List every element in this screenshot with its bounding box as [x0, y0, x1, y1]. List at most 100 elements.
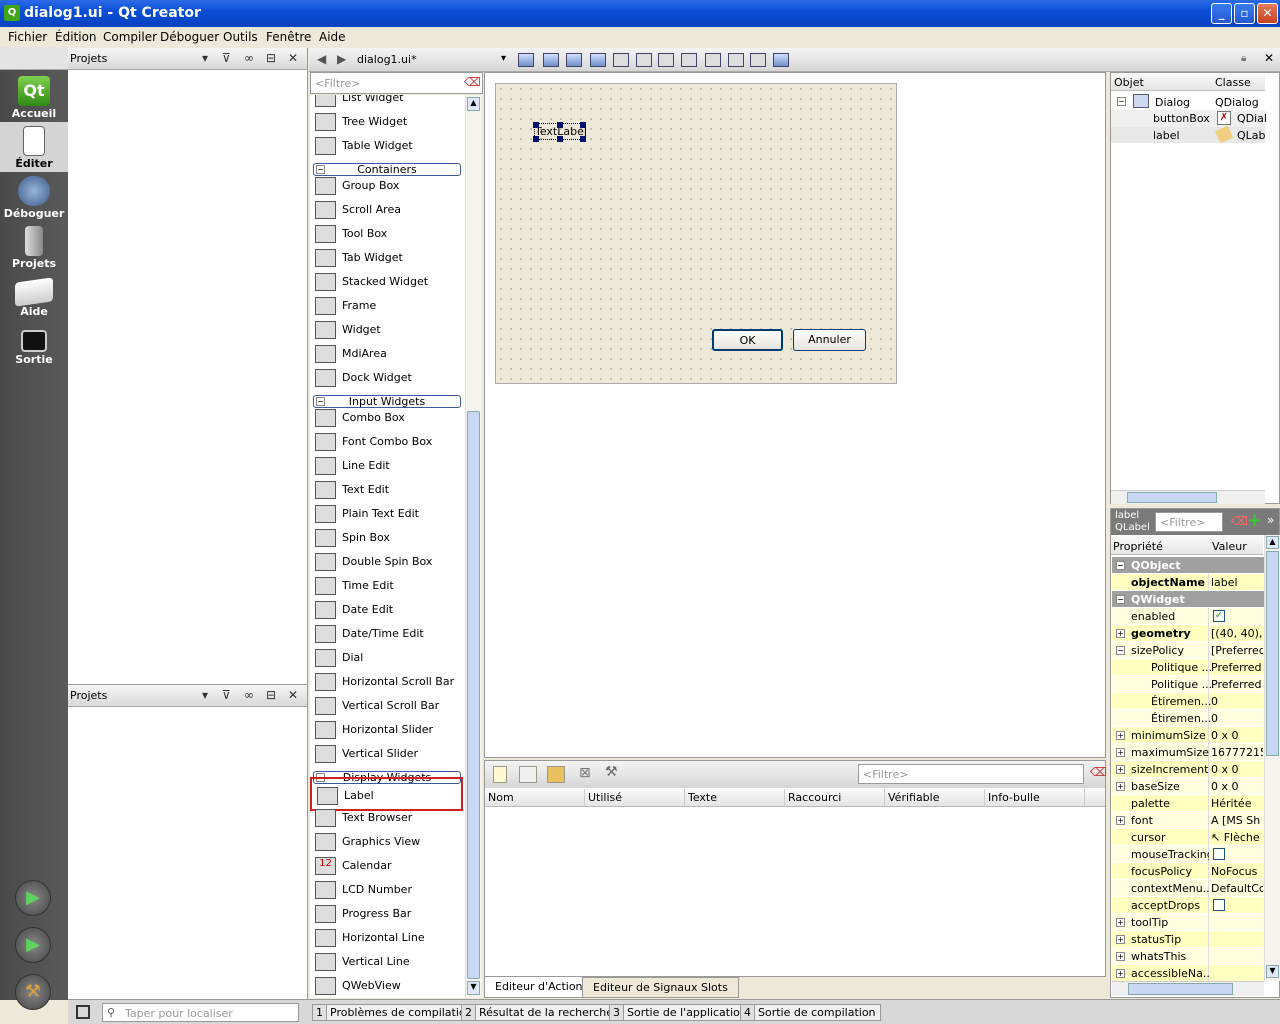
property-value[interactable]: [(40, 40), 4 — [1211, 627, 1263, 640]
property-row[interactable]: Politique ... Preferred — [1112, 676, 1264, 693]
dialog-form[interactable]: TextLabel OK Annuler — [495, 83, 897, 384]
col-nom[interactable]: Nom — [485, 789, 585, 807]
property-row[interactable]: Étiremen... 0 — [1112, 710, 1264, 727]
locator-input[interactable]: Taper pour localiser — [125, 1007, 233, 1020]
mode-aide[interactable]: Aide — [0, 272, 68, 322]
widget-item[interactable]: Scroll Area — [310, 198, 465, 222]
selection-handle[interactable] — [557, 136, 563, 142]
paste-action-icon[interactable] — [547, 766, 565, 783]
selection-handle[interactable] — [533, 122, 539, 128]
configure-icon[interactable]: ⚒ — [605, 764, 618, 780]
property-value[interactable]: Preferred — [1211, 678, 1263, 691]
ok-button[interactable]: OK — [712, 329, 783, 351]
output-tab-4[interactable]: 4 Sortie de compilation — [740, 1004, 881, 1021]
property-value[interactable]: 16777215 — [1211, 746, 1263, 759]
filter-icon[interactable]: ⊽ — [222, 51, 231, 65]
adjust-size-icon[interactable] — [773, 53, 789, 67]
annuler-button[interactable]: Annuler — [793, 329, 866, 351]
dropdown-arrow-icon[interactable]: ▾ — [202, 688, 208, 702]
expand-icon[interactable]: + — [1116, 765, 1125, 774]
property-row[interactable]: + maximumSize 16777215 — [1112, 744, 1264, 761]
widget-item[interactable]: Text Edit — [310, 478, 465, 502]
clear-filter-icon[interactable]: ⌫ — [1231, 514, 1248, 528]
property-row[interactable]: mouseTracking — [1112, 846, 1264, 863]
selection-handle[interactable] — [580, 122, 586, 128]
layout-splitter-v-icon[interactable] — [681, 53, 697, 67]
widget-item[interactable]: Graphics View — [310, 830, 465, 854]
layout-grid-icon[interactable] — [705, 53, 721, 67]
edit-tab-order-icon[interactable] — [590, 53, 606, 67]
mode-projets[interactable]: Projets — [0, 222, 68, 272]
menu-edition[interactable]: Édition — [55, 30, 97, 44]
widget-item[interactable]: List Widget — [310, 95, 465, 110]
copy-action-icon[interactable] — [519, 766, 537, 783]
layout-splitter-h-icon[interactable] — [658, 53, 674, 67]
expand-icon[interactable]: + — [1116, 731, 1125, 740]
collapse-icon[interactable]: − — [316, 165, 325, 174]
layout-horizontal-icon[interactable] — [613, 53, 629, 67]
property-row[interactable]: focusPolicy NoFocus — [1112, 863, 1264, 880]
close-panel-icon[interactable]: ✕ — [288, 51, 298, 65]
widget-item[interactable]: Text Browser — [310, 806, 465, 830]
inspector-row-dialog-name[interactable]: Dialog — [1155, 96, 1190, 109]
property-row[interactable]: contextMenu...DefaultCon — [1112, 880, 1264, 897]
edit-signals-icon[interactable] — [543, 53, 559, 67]
selection-handle[interactable] — [580, 136, 586, 142]
widget-item[interactable]: Vertical Slider — [310, 742, 465, 766]
property-filter-input[interactable]: <Filtre> — [1160, 516, 1205, 529]
minimize-button[interactable]: _ — [1211, 3, 1232, 24]
widget-item[interactable]: QWebView — [310, 974, 465, 998]
close-editor-icon[interactable]: ✕ — [1264, 51, 1274, 65]
break-layout-icon[interactable] — [750, 53, 766, 67]
property-hscrollbar[interactable] — [1112, 981, 1264, 996]
property-scrollbar[interactable]: ▲ ▼ — [1264, 535, 1280, 981]
expand-icon[interactable]: + — [1116, 748, 1125, 757]
col-raccourci[interactable]: Raccourci — [785, 789, 885, 807]
delete-action-icon[interactable]: ⊠ — [579, 765, 591, 781]
tab-signal-slot-editor[interactable]: Editeur de Signaux Slots — [582, 977, 739, 998]
action-filter[interactable]: <Filtre> — [858, 764, 1084, 784]
property-value[interactable]: label — [1211, 576, 1263, 589]
property-row[interactable]: enabled ✓ — [1112, 608, 1264, 625]
back-arrow-icon[interactable]: ◀ — [317, 52, 326, 66]
menu-fichier[interactable]: Fichier — [8, 30, 47, 44]
widget-item[interactable]: Stacked Widget — [310, 270, 465, 294]
property-row[interactable]: + baseSize 0 x 0 — [1112, 778, 1264, 795]
mode-editer[interactable]: Éditer — [0, 122, 68, 172]
widgetbox-scrollbar[interactable]: ▲ ▼ — [465, 95, 482, 998]
widgetbox-filter-input[interactable]: <Filtre> — [315, 77, 360, 90]
dropdown-arrow-icon[interactable]: ▾ — [202, 51, 208, 65]
widget-item[interactable]: 12 Calendar — [310, 854, 465, 878]
property-filter[interactable]: <Filtre> — [1155, 512, 1223, 532]
property-row[interactable]: Étiremen... 0 — [1112, 693, 1264, 710]
property-row[interactable]: + minimumSize 0 x 0 — [1112, 727, 1264, 744]
property-row[interactable]: objectName label — [1112, 574, 1264, 591]
widget-item[interactable]: Group Box — [310, 174, 465, 198]
property-row[interactable]: + sizeIncrement 0 x 0 — [1112, 761, 1264, 778]
scroll-down-icon[interactable]: ▼ — [1266, 965, 1279, 978]
widget-item[interactable]: Line Edit — [310, 454, 465, 478]
filter-icon[interactable]: ⊽ — [222, 688, 231, 702]
widget-item[interactable]: Horizontal Slider — [310, 718, 465, 742]
mode-sortie[interactable]: Sortie — [0, 322, 68, 372]
col-texte[interactable]: Texte — [685, 789, 785, 807]
close-panel-icon[interactable]: ✕ — [288, 688, 298, 702]
menu-aide[interactable]: Aide — [319, 30, 346, 44]
property-row[interactable]: Politique ... Preferred — [1112, 659, 1264, 676]
scroll-up-icon[interactable]: ▲ — [467, 97, 480, 111]
build-button[interactable]: ⚒ — [15, 974, 51, 1010]
widget-item[interactable]: Date/Time Edit — [310, 622, 465, 646]
mode-accueil[interactable]: Qt Accueil — [0, 72, 68, 122]
inspector-row-buttonbox[interactable]: buttonBox ✗ QDial — [1111, 110, 1267, 127]
collapse-icon[interactable]: − — [316, 397, 325, 406]
collapse-icon[interactable]: − — [1116, 595, 1125, 604]
expand-icon[interactable]: + — [1116, 918, 1125, 927]
col-info-bulle[interactable]: Info-bulle — [985, 789, 1085, 807]
menu-fenetre[interactable]: Fenêtre — [266, 30, 311, 44]
scroll-up-icon[interactable]: ▲ — [1266, 536, 1279, 549]
widget-item[interactable]: Combo Box — [310, 406, 465, 430]
widget-item[interactable]: Tool Box — [310, 222, 465, 246]
col-utilise[interactable]: Utilisé — [585, 789, 685, 807]
widgetbox-filter[interactable]: <Filtre> ⌫ — [310, 72, 483, 94]
link-icon[interactable]: ∞ — [244, 688, 254, 702]
